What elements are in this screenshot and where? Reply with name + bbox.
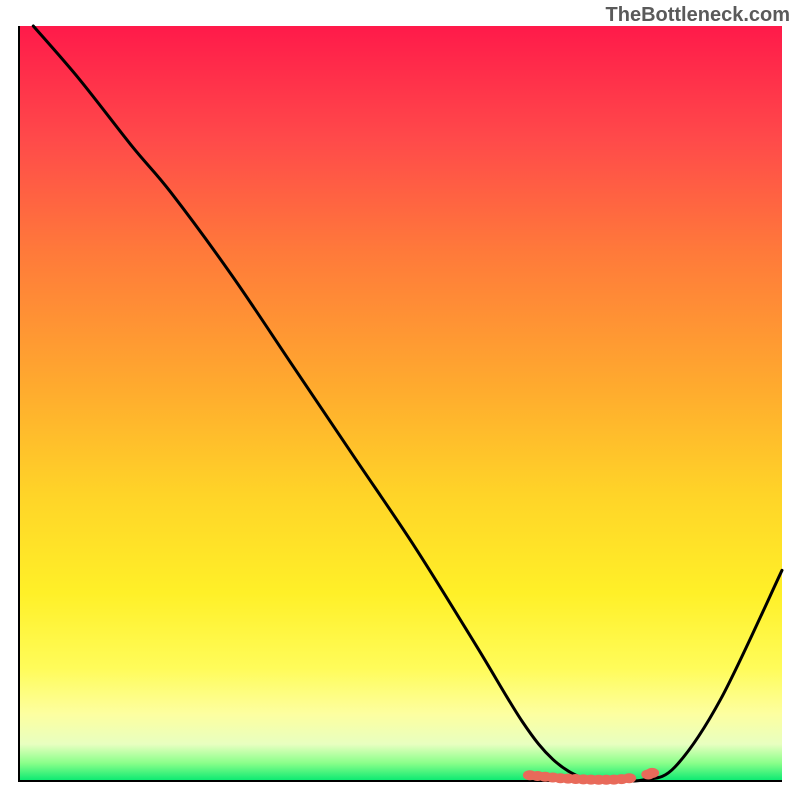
watermark-text: TheBottleneck.com bbox=[606, 4, 790, 27]
chart-svg bbox=[18, 26, 782, 782]
marker-dot bbox=[645, 768, 659, 778]
chart-container bbox=[18, 26, 782, 782]
marker-dot bbox=[622, 773, 636, 783]
bottleneck-curve-line bbox=[33, 26, 782, 781]
optimal-range-markers bbox=[523, 768, 659, 785]
